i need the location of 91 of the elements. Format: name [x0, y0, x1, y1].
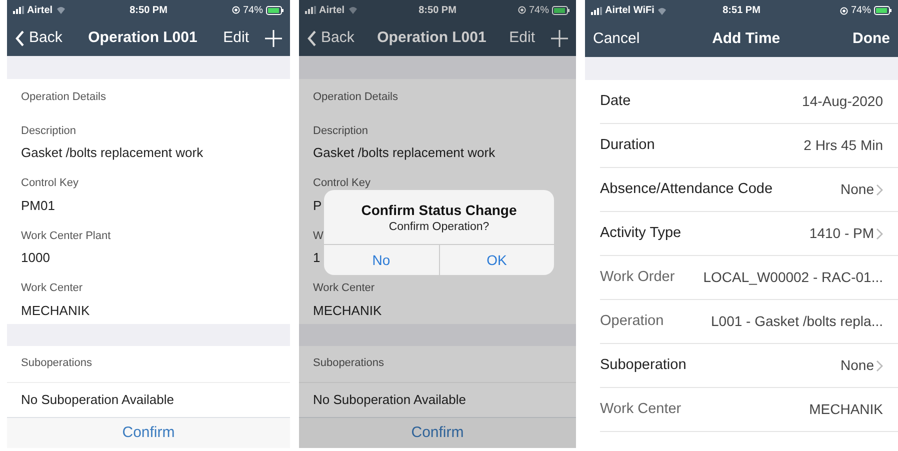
field-value[interactable]: None — [840, 179, 874, 200]
battery-icon — [874, 6, 892, 15]
chevron-right-icon[interactable] — [876, 184, 883, 196]
screen-title: Operation L001 — [87, 28, 198, 48]
battery-icon — [552, 6, 570, 15]
empty-message: No Suboperation Available — [312, 390, 467, 409]
field-label: Work Order — [600, 268, 675, 287]
field-label: Control Key — [313, 176, 370, 192]
plus-icon — [265, 30, 282, 48]
signal-icon — [13, 6, 24, 14]
field-label: Activity Type — [600, 224, 682, 243]
field-value: L001 - Gasket /bolts repla... — [711, 312, 883, 331]
field-value[interactable]: 14-Aug-2020 — [802, 91, 883, 112]
carrier-name: Airtel — [27, 4, 53, 18]
status-time: 8:51 PM — [722, 4, 760, 18]
back-button[interactable]: Back — [15, 27, 62, 50]
field-value: MECHANIK — [21, 302, 90, 320]
field-label: Work Center — [313, 281, 375, 296]
screen-title: Add Time — [711, 28, 782, 49]
form-row[interactable]: Date 14-Aug-2020 — [600, 80, 898, 124]
wifi-icon — [348, 6, 358, 14]
plus-icon — [551, 30, 568, 48]
location-icon — [840, 6, 848, 14]
alert-message: Confirm Operation? — [388, 220, 490, 235]
field-label: Work Center — [600, 400, 682, 419]
battery-percent: 74% — [529, 4, 550, 18]
alert-title: Confirm Status Change — [360, 201, 518, 218]
chevron-right-icon[interactable] — [876, 228, 883, 240]
carrier-name: Airtel — [319, 4, 345, 18]
form-row[interactable]: Suboperation None — [600, 344, 898, 388]
field-value: MECHANIK — [313, 302, 382, 320]
field-value: 1 — [313, 249, 320, 268]
cancel-button[interactable]: Cancel — [593, 28, 640, 50]
field-value: Gasket /bolts replacement work — [313, 144, 496, 162]
status-time: 8:50 PM — [418, 4, 456, 18]
field-label: Control Key — [21, 176, 78, 192]
form-row[interactable]: Duration 2 Hrs 45 Min — [600, 124, 898, 168]
field-label: W — [313, 228, 324, 244]
battery-percent: 74% — [851, 4, 872, 18]
location-icon — [518, 6, 526, 14]
field-label: Duration — [600, 136, 655, 155]
carrier-name: Airtel WiFi — [605, 4, 654, 18]
done-button[interactable]: Done — [852, 28, 890, 50]
empty-message: No Suboperation Available — [20, 390, 175, 409]
field-label: Work Center Plant — [21, 228, 111, 244]
field-label: Work Center — [21, 281, 83, 296]
wifi-icon — [56, 6, 66, 14]
field-label: Description — [21, 124, 76, 139]
field-value[interactable]: 2 Hrs 45 Min — [804, 135, 883, 156]
screen-title: Operation L001 — [376, 28, 488, 48]
field-label: Operation — [600, 312, 664, 331]
field-label: Suboperation — [600, 356, 686, 375]
status-time: 8:50 PM — [130, 4, 168, 18]
location-icon — [232, 6, 240, 14]
battery-icon — [266, 6, 284, 15]
edit-button[interactable]: Edit — [509, 27, 535, 50]
signal-icon — [305, 6, 316, 14]
form-row[interactable]: Absence/Attendance Code None — [600, 168, 898, 212]
form-row[interactable]: Activity Type 1410 - PM — [600, 212, 898, 256]
add-button[interactable] — [265, 30, 282, 48]
alert-button[interactable]: OK — [438, 245, 554, 275]
add-button[interactable] — [551, 30, 568, 48]
section-header: Operation Details — [312, 90, 399, 106]
field-value: PM01 — [21, 196, 55, 215]
field-value[interactable]: 1410 - PM — [809, 223, 874, 244]
chevron-right-icon[interactable] — [876, 360, 883, 372]
field-value[interactable]: None — [840, 355, 874, 376]
edit-button[interactable]: Edit — [223, 27, 249, 50]
signal-icon — [591, 6, 602, 14]
field-value: Gasket /bolts replacement work — [21, 144, 204, 162]
field-value: P — [313, 196, 322, 215]
alert-button[interactable]: No — [324, 245, 438, 275]
battery-percent: 74% — [243, 4, 264, 18]
confirm-button[interactable]: Confirm — [7, 417, 290, 448]
section-header: Operation Details — [20, 90, 107, 106]
field-value: MECHANIK — [809, 400, 883, 419]
field-value: LOCAL_W00002 - RAC-01... — [703, 268, 883, 287]
chevron-left-icon — [15, 30, 25, 48]
form-row[interactable]: Operation L001 - Gasket /bolts repla... — [600, 300, 898, 344]
chevron-left-icon — [307, 30, 317, 48]
field-label: Description — [313, 124, 368, 139]
field-label: Absence/Attendance Code — [600, 180, 773, 199]
wifi-icon — [657, 6, 668, 14]
form-row[interactable]: Work Order LOCAL_W00002 - RAC-01... — [600, 256, 898, 300]
confirm-button[interactable]: Confirm — [299, 417, 576, 448]
field-label: Date — [600, 92, 631, 111]
section-header: Suboperations — [7, 346, 290, 383]
back-button[interactable]: Back — [307, 27, 354, 50]
field-value: 1000 — [21, 249, 50, 268]
section-header: Suboperations — [299, 346, 576, 383]
form-row[interactable]: Work Center MECHANIK — [600, 388, 898, 432]
